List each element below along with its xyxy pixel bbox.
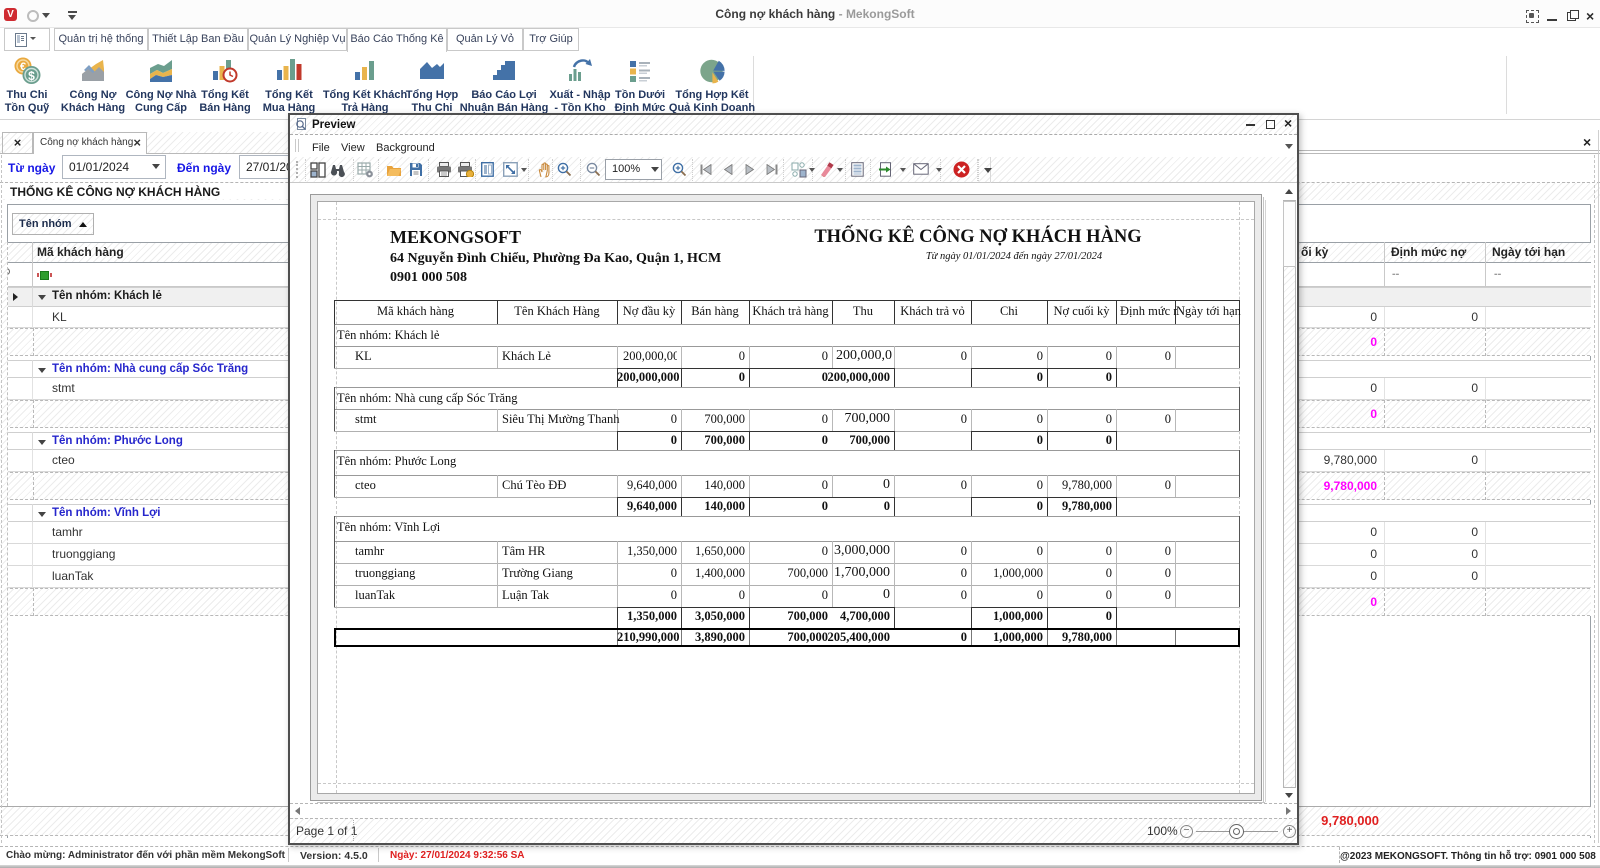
svg-text:$: $ <box>28 69 35 83</box>
